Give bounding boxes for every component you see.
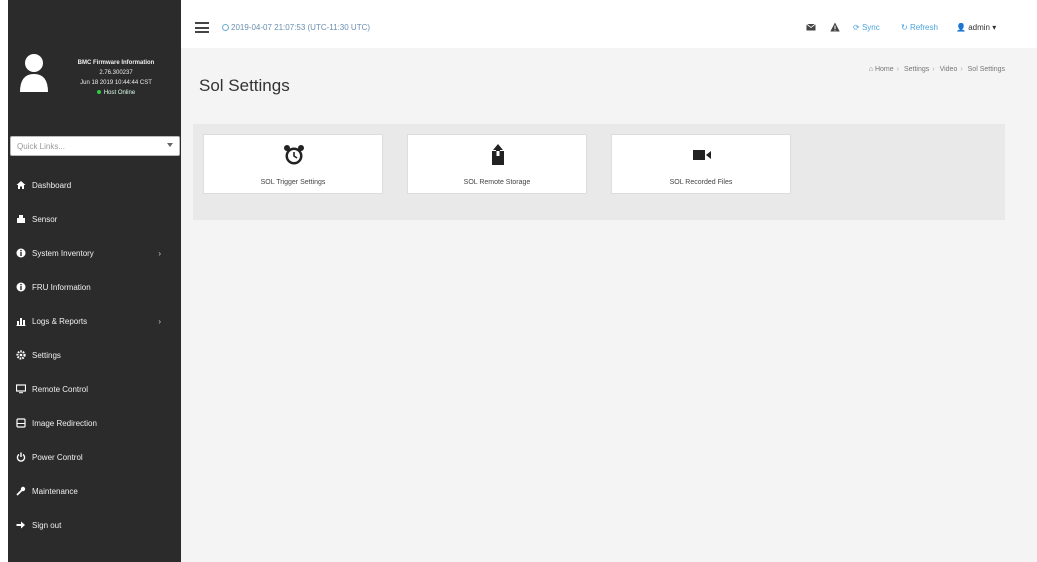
gear-icon <box>16 350 26 360</box>
sidebar-item-dashboard[interactable]: Dashboard <box>8 168 181 202</box>
wrench-icon <box>16 486 26 496</box>
sidebar-item-settings[interactable]: Settings <box>8 338 181 372</box>
card-label: SOL Trigger Settings <box>260 179 326 186</box>
firmware-build-date: Jun 18 2019 10:44:44 CST <box>80 80 152 86</box>
card-label: SOL Recorded Files <box>669 179 733 186</box>
upload-icon <box>486 143 510 167</box>
disk-icon <box>16 418 26 428</box>
card-label: SOL Remote Storage <box>463 179 531 186</box>
sidebar-item-image-redirection[interactable]: Image Redirection <box>8 406 181 440</box>
envelope-icon[interactable] <box>806 22 816 32</box>
sync-icon: ⟳ <box>853 23 860 32</box>
sidebar-item-logs-reports[interactable]: Logs & Reports › <box>8 304 181 338</box>
user-icon: 👤 <box>956 23 966 32</box>
alarm-clock-icon <box>282 143 306 167</box>
warning-icon[interactable] <box>830 22 840 32</box>
user-avatar-icon <box>20 54 48 92</box>
breadcrumb-video[interactable]: Video <box>940 66 958 73</box>
main-content: Sol Settings ⌂ Home › Settings › Video › So… <box>181 48 1037 562</box>
sign-out-icon <box>16 520 26 530</box>
sidebar-item-fru-information[interactable]: FRU Information <box>8 270 181 304</box>
host-status: Host Online <box>54 88 178 98</box>
sidebar-item-maintenance[interactable]: Maintenance <box>8 474 181 508</box>
sidebar-item-sign-out[interactable]: Sign out <box>8 508 181 542</box>
info-icon <box>16 282 26 292</box>
firmware-title: BMC Firmware Information <box>77 60 155 66</box>
firmware-info: BMC Firmware Information 2.76.300237 Jun… <box>8 0 181 128</box>
clock-icon <box>222 24 229 31</box>
chevron-right-icon: › <box>158 317 161 326</box>
video-camera-icon <box>690 143 714 167</box>
sol-recorded-files-card[interactable]: SOL Recorded Files <box>611 134 791 194</box>
chevron-right-icon: › <box>158 249 161 258</box>
sync-button[interactable]: ⟳ Sync <box>853 23 880 32</box>
current-datetime: 2019-04-07 21:07:53 (UTC-11:30 UTC) <box>222 23 370 32</box>
page-title: Sol Settings <box>199 76 290 95</box>
user-menu-dropdown[interactable]: 👤 admin ▾ <box>956 23 996 32</box>
top-bar: 2019-04-07 21:07:53 (UTC-11:30 UTC) ⟳ Sy… <box>181 0 1037 48</box>
hamburger-menu-icon[interactable] <box>195 22 209 33</box>
breadcrumb-current: Sol Settings <box>967 66 1005 73</box>
sidebar-item-system-inventory[interactable]: System Inventory › <box>8 236 181 270</box>
status-dot-icon <box>96 90 101 95</box>
caret-down-icon: ▾ <box>992 23 997 32</box>
breadcrumb-home[interactable]: Home <box>875 66 894 73</box>
sidebar-menu: Dashboard Sensor System Inventory › FRU … <box>8 168 181 542</box>
sol-remote-storage-card[interactable]: SOL Remote Storage <box>407 134 587 194</box>
sidebar: BMC Firmware Information 2.76.300237 Jun… <box>8 0 181 562</box>
sidebar-item-remote-control[interactable]: Remote Control <box>8 372 181 406</box>
refresh-button[interactable]: ↻ Refresh <box>901 23 938 32</box>
power-icon <box>16 452 26 462</box>
sol-settings-panel: SOL Trigger Settings SOL Remote Storage … <box>193 124 1005 220</box>
breadcrumb-settings[interactable]: Settings <box>904 66 929 73</box>
sidebar-item-power-control[interactable]: Power Control <box>8 440 181 474</box>
monitor-icon <box>16 384 26 394</box>
breadcrumb: ⌂ Home › Settings › Video › Sol Settings <box>868 66 1005 73</box>
sol-trigger-settings-card[interactable]: SOL Trigger Settings <box>203 134 383 194</box>
firmware-version: 2.76.300237 <box>99 70 133 76</box>
refresh-icon: ↻ <box>901 23 908 32</box>
chevron-down-icon <box>167 143 173 147</box>
dashboard-icon <box>16 180 26 190</box>
home-icon: ⌂ <box>868 66 874 73</box>
quick-links-select[interactable]: Quick Links... <box>10 136 180 156</box>
chart-icon <box>16 316 26 326</box>
info-icon <box>16 248 26 258</box>
sidebar-item-sensor[interactable]: Sensor <box>8 202 181 236</box>
sensor-icon <box>16 214 26 224</box>
